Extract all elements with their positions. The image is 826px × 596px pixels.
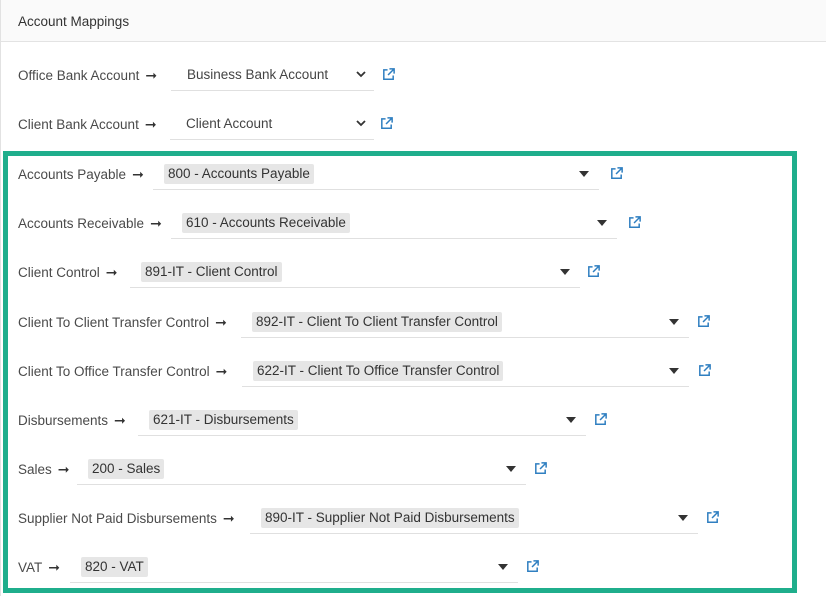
external-link-icon[interactable] <box>593 412 608 427</box>
caret-down-icon <box>597 220 607 226</box>
client-control-select[interactable]: 891-IT - Client Control <box>130 255 580 288</box>
supplier-not-paid-disbursements-select[interactable]: 890-IT - Supplier Not Paid Disbursements <box>250 501 698 534</box>
arrow-right-icon: ➞ <box>150 215 162 231</box>
accounts-receivable-select[interactable]: 610 - Accounts Receivable <box>171 206 617 239</box>
chevron-down-icon <box>356 120 366 127</box>
client-to-client-transfer-control-select[interactable]: 892-IT - Client To Client Transfer Contr… <box>241 305 689 338</box>
caret-down-icon <box>669 368 679 374</box>
arrow-right-icon: ➞ <box>145 67 158 83</box>
external-link-icon[interactable] <box>627 215 642 230</box>
accounts-payable-select[interactable]: 800 - Accounts Payable <box>153 157 599 190</box>
external-link-icon[interactable] <box>697 363 712 378</box>
caret-down-icon <box>678 515 688 521</box>
arrow-right-icon: ➞ <box>48 559 60 575</box>
external-link-icon[interactable] <box>609 166 624 181</box>
mapping-label: Client Bank Account ➞ <box>18 116 157 132</box>
sales-select[interactable]: 200 - Sales <box>77 452 526 485</box>
account-mappings-panel: Account Mappings Office Bank Account ➞ Bu… <box>0 0 826 596</box>
external-link-icon[interactable] <box>379 116 394 131</box>
mapping-label: Office Bank Account ➞ <box>18 67 158 83</box>
mapping-label: Client Control ➞ <box>18 264 118 280</box>
vat-select[interactable]: 820 - VAT <box>70 550 518 583</box>
mapping-label: Accounts Receivable ➞ <box>18 215 162 231</box>
mapping-label: Accounts Payable ➞ <box>18 166 144 182</box>
external-link-icon[interactable] <box>696 314 711 329</box>
chevron-down-icon <box>356 71 366 78</box>
mapping-label: Sales ➞ <box>18 461 70 477</box>
caret-down-icon <box>669 319 679 325</box>
caret-down-icon <box>498 564 508 570</box>
arrow-right-icon: ➞ <box>105 264 118 280</box>
arrow-right-icon: ➞ <box>215 363 228 379</box>
caret-down-icon <box>579 171 589 177</box>
client-bank-account-select[interactable]: Client Account <box>170 107 374 140</box>
mapping-label: VAT ➞ <box>18 559 60 575</box>
external-link-icon[interactable] <box>586 264 601 279</box>
disbursements-select[interactable]: 621-IT - Disbursements <box>138 403 586 436</box>
arrow-right-icon: ➞ <box>114 412 126 428</box>
caret-down-icon <box>566 417 576 423</box>
arrow-right-icon: ➞ <box>215 314 227 330</box>
panel-header: Account Mappings <box>1 0 826 42</box>
external-link-icon[interactable] <box>705 510 720 525</box>
arrow-right-icon: ➞ <box>132 166 144 182</box>
arrow-right-icon: ➞ <box>144 116 157 132</box>
mapping-label: Client To Office Transfer Control ➞ <box>18 363 228 379</box>
office-bank-account-select[interactable]: Business Bank Account <box>171 58 374 91</box>
client-to-office-transfer-control-select[interactable]: 622-IT - Client To Office Transfer Contr… <box>242 354 689 387</box>
arrow-right-icon: ➞ <box>222 510 235 526</box>
caret-down-icon <box>560 269 570 275</box>
caret-down-icon <box>506 466 516 472</box>
arrow-right-icon: ➞ <box>57 461 70 477</box>
mapping-label: Client To Client Transfer Control ➞ <box>18 314 227 330</box>
mapping-label: Supplier Not Paid Disbursements ➞ <box>18 510 235 526</box>
mapping-label: Disbursements ➞ <box>18 412 126 428</box>
external-link-icon[interactable] <box>381 67 396 82</box>
panel-title: Account Mappings <box>18 14 130 29</box>
external-link-icon[interactable] <box>533 461 548 476</box>
external-link-icon[interactable] <box>525 559 540 574</box>
